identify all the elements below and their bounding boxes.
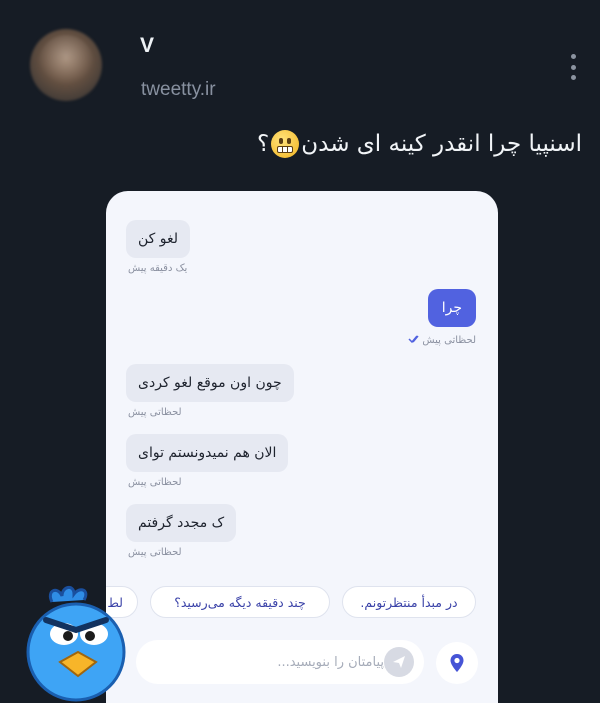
tweet-body: اسنپیا چرا انقدر کینه ای شدن	[301, 131, 582, 157]
quick-reply-chip[interactable]: در مبدأ منتظرتونم.	[342, 586, 476, 618]
message-time-read: لحظاتی پیش	[404, 334, 476, 347]
chat-bubble-incoming: الان هم نمیدونستم توای	[126, 434, 289, 472]
chat-bubble-incoming: لغو کن	[126, 220, 191, 258]
send-icon[interactable]	[384, 647, 414, 677]
location-pin-icon[interactable]	[436, 642, 478, 684]
quick-reply-chip[interactable]: چند دقیقه دیگه می‌رسید؟	[150, 586, 330, 618]
double-check-icon	[408, 334, 422, 347]
message-time: لحظاتی پیش	[128, 547, 182, 558]
chat-bubble-incoming: ک مجدد گرفتم	[126, 504, 237, 542]
message-time: یک دقیقه پیش	[128, 263, 188, 274]
more-options-icon[interactable]	[566, 54, 580, 80]
chat-bubble-outgoing: چرا	[427, 289, 476, 327]
author-handle[interactable]: tweetty.ir	[141, 79, 216, 101]
grimacing-emoji-icon	[271, 130, 300, 158]
message-composer	[136, 640, 424, 684]
angry-bird-sticker-icon	[26, 586, 126, 702]
chat-screenshot: لغو کن یک دقیقه پیش چرا لحظاتی پیش چون ا…	[106, 191, 498, 703]
message-input[interactable]	[152, 654, 384, 670]
author-name[interactable]: V	[140, 34, 154, 58]
tweet-question-mark: ؟	[257, 131, 270, 157]
author-avatar[interactable]	[30, 29, 102, 101]
tweet-text: اسنپیا چرا انقدر کینه ای شدن ؟	[257, 130, 582, 158]
message-time: لحظاتی پیش	[128, 477, 182, 488]
message-time: لحظاتی پیش	[128, 407, 182, 418]
message-time: لحظاتی پیش	[422, 335, 476, 346]
chat-bubble-incoming: چون اون موقع لغو کردی	[126, 364, 294, 402]
